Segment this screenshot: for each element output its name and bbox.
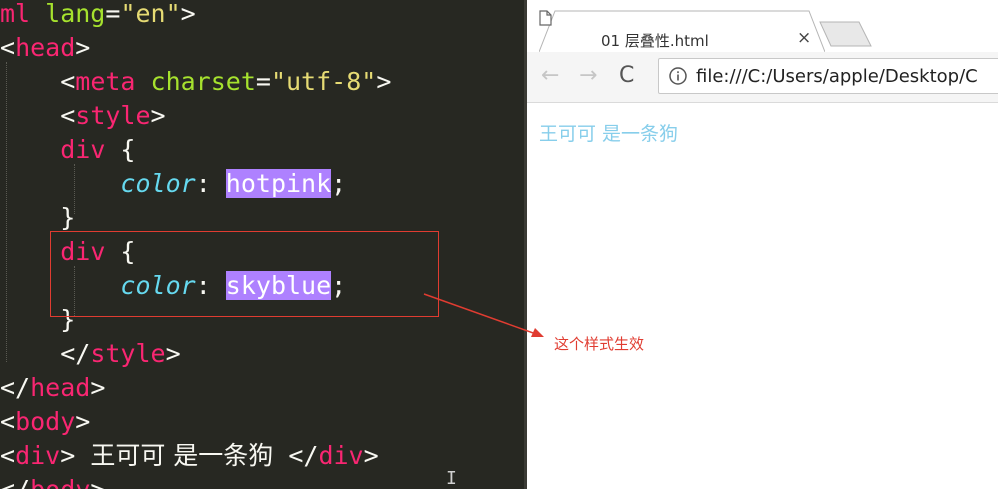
annotation-arrow: [423, 293, 544, 337]
arrow-line: [423, 293, 537, 335]
annotation-label: 这个样式生效: [554, 335, 645, 353]
